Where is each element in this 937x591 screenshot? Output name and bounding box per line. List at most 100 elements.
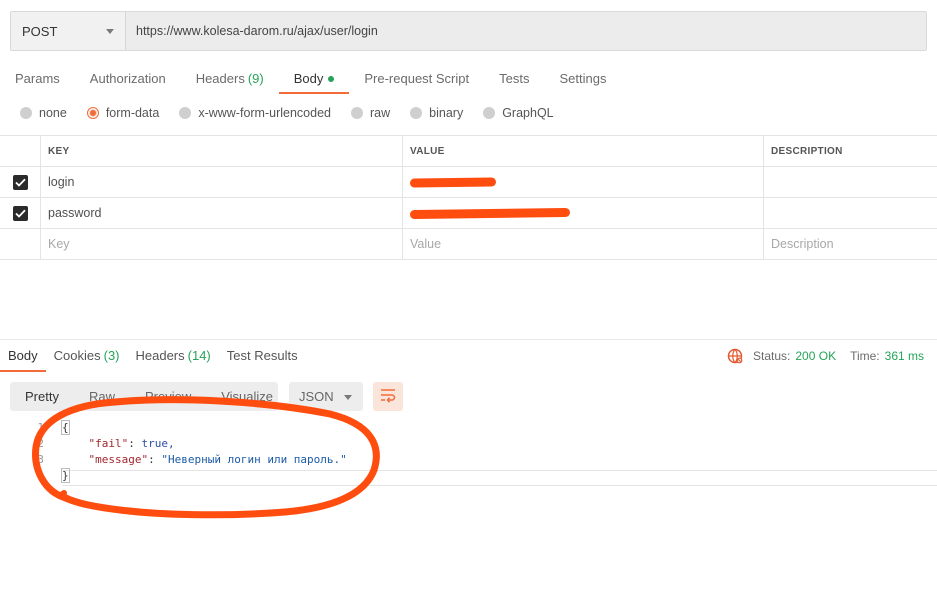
- key-cell[interactable]: login: [41, 167, 403, 197]
- body-type-radios: none form-data x-www-form-urlencoded raw…: [20, 106, 574, 120]
- radio-label: none: [39, 106, 67, 120]
- chevron-down-icon: [106, 29, 114, 34]
- method-label: POST: [22, 23, 58, 39]
- tab-label: Headers: [135, 348, 185, 363]
- value-input[interactable]: Value: [403, 229, 764, 259]
- json-key: "fail": [88, 437, 129, 450]
- radio-label: x-www-form-urlencoded: [198, 106, 331, 120]
- column-header-value: VALUE: [403, 136, 764, 166]
- row-checkbox[interactable]: [0, 167, 41, 197]
- wrap-lines-button[interactable]: [373, 382, 403, 411]
- value-cell[interactable]: [403, 167, 764, 197]
- code-line: 2 "fail": true,: [0, 436, 937, 452]
- code-line: 3 "message": "Неверный логин или пароль.…: [0, 452, 937, 468]
- checkbox-checked-icon: [12, 174, 28, 190]
- radio-selected-icon: [86, 107, 99, 119]
- tab-label: Body: [8, 348, 38, 363]
- format-select[interactable]: JSON: [289, 382, 363, 411]
- tab-params[interactable]: Params: [0, 66, 75, 94]
- open-brace: {: [61, 420, 70, 435]
- response-body-code[interactable]: 1 { 2 "fail": true, 3 "message": "Неверн…: [0, 420, 937, 484]
- tab-label: Test Results: [226, 348, 298, 363]
- key-cell[interactable]: password: [41, 198, 403, 228]
- radio-label: binary: [429, 106, 464, 120]
- code-text: "fail": true,: [88, 437, 175, 450]
- tab-body[interactable]: Body: [278, 66, 350, 94]
- view-preview-button[interactable]: Preview: [130, 389, 206, 404]
- column-header-key: KEY: [41, 136, 403, 166]
- radio-none[interactable]: none: [20, 106, 67, 120]
- code-line: 4 }: [0, 468, 937, 484]
- tab-response-cookies[interactable]: Cookies (3): [46, 345, 128, 372]
- view-raw-button[interactable]: Raw: [74, 389, 130, 404]
- description-cell[interactable]: [764, 167, 937, 197]
- value-cell[interactable]: [403, 198, 764, 228]
- tab-count: (14): [187, 348, 211, 363]
- radio-circle-icon: [179, 107, 192, 119]
- tab-label: Pre-request Script: [364, 71, 470, 86]
- radio-circle-icon: [20, 107, 32, 119]
- status-value: 200 OK: [795, 349, 837, 363]
- tab-label: Settings: [559, 71, 607, 86]
- row-checkbox-empty: [0, 229, 41, 259]
- radio-label: form-data: [105, 106, 160, 120]
- tab-label: Headers: [195, 71, 245, 86]
- modified-dot-icon: [328, 76, 335, 82]
- radio-raw[interactable]: raw: [351, 106, 390, 120]
- header-check-cell: [0, 136, 41, 166]
- radio-circle-icon: [483, 107, 496, 119]
- table-row-new: Key Value Description: [0, 229, 937, 260]
- tab-response-headers[interactable]: Headers (14): [128, 345, 219, 372]
- row-checkbox[interactable]: [0, 198, 41, 228]
- method-select[interactable]: POST: [11, 12, 126, 50]
- code-line: 1 {: [0, 420, 937, 436]
- request-url-bar: POST https://www.kolesa-darom.ru/ajax/us…: [10, 11, 927, 51]
- json-key: "message": [88, 453, 149, 466]
- format-label: JSON: [299, 389, 334, 404]
- tab-pre-request-script[interactable]: Pre-request Script: [349, 66, 484, 94]
- tab-headers[interactable]: Headers (9): [181, 66, 279, 94]
- tab-label: Tests: [499, 71, 530, 86]
- json-value: true,: [141, 437, 175, 450]
- request-tabs: Params Authorization Headers (9) Body Pre…: [0, 66, 621, 94]
- redaction-scribble: [409, 207, 571, 219]
- tab-authorization[interactable]: Authorization: [75, 66, 181, 94]
- response-tabs: Body Cookies (3) Headers (14) Test Results: [0, 345, 306, 372]
- form-data-table: KEY VALUE DESCRIPTION login password Key…: [0, 135, 937, 260]
- text-cursor: [68, 468, 70, 481]
- view-visualize-button[interactable]: Visualize: [206, 389, 288, 404]
- table-header-row: KEY VALUE DESCRIPTION: [0, 136, 937, 167]
- tab-label: Body: [293, 71, 324, 86]
- radio-x-www-form-urlencoded[interactable]: x-www-form-urlencoded: [179, 106, 331, 120]
- redaction-scribble: [409, 176, 497, 188]
- tab-test-results[interactable]: Test Results: [219, 345, 306, 372]
- table-row: password: [0, 198, 937, 229]
- url-input[interactable]: https://www.kolesa-darom.ru/ajax/user/lo…: [126, 12, 926, 50]
- tab-tests[interactable]: Tests: [484, 66, 544, 94]
- description-cell[interactable]: [764, 198, 937, 228]
- tab-count: (3): [103, 348, 120, 363]
- radio-graphql[interactable]: GraphQL: [483, 106, 554, 120]
- description-input[interactable]: Description: [764, 229, 937, 259]
- line-number: 3: [37, 453, 44, 466]
- column-header-description: DESCRIPTION: [771, 145, 843, 157]
- line-number: 1: [37, 421, 44, 434]
- view-pretty-button[interactable]: Pretty: [10, 389, 74, 404]
- line-number: 2: [37, 437, 44, 450]
- tab-response-body[interactable]: Body: [0, 345, 46, 372]
- line-number: 4: [37, 469, 44, 482]
- code-text: {: [44, 420, 70, 436]
- wrap-lines-icon: [379, 387, 397, 406]
- time-label: Time:: [850, 349, 880, 363]
- json-value: "Неверный логин или пароль.": [161, 453, 347, 466]
- tab-settings[interactable]: Settings: [544, 66, 621, 94]
- globe-icon[interactable]: [727, 348, 743, 364]
- response-divider[interactable]: [0, 339, 937, 340]
- radio-binary[interactable]: binary: [410, 106, 463, 120]
- radio-form-data[interactable]: form-data: [86, 106, 160, 120]
- tab-label: Params: [15, 71, 60, 86]
- code-text: "message": "Неверный логин или пароль.": [88, 453, 347, 466]
- view-mode-toggle: Pretty Raw Preview Visualize: [10, 382, 278, 411]
- status-label: Status:: [753, 349, 791, 363]
- key-input[interactable]: Key: [41, 229, 403, 259]
